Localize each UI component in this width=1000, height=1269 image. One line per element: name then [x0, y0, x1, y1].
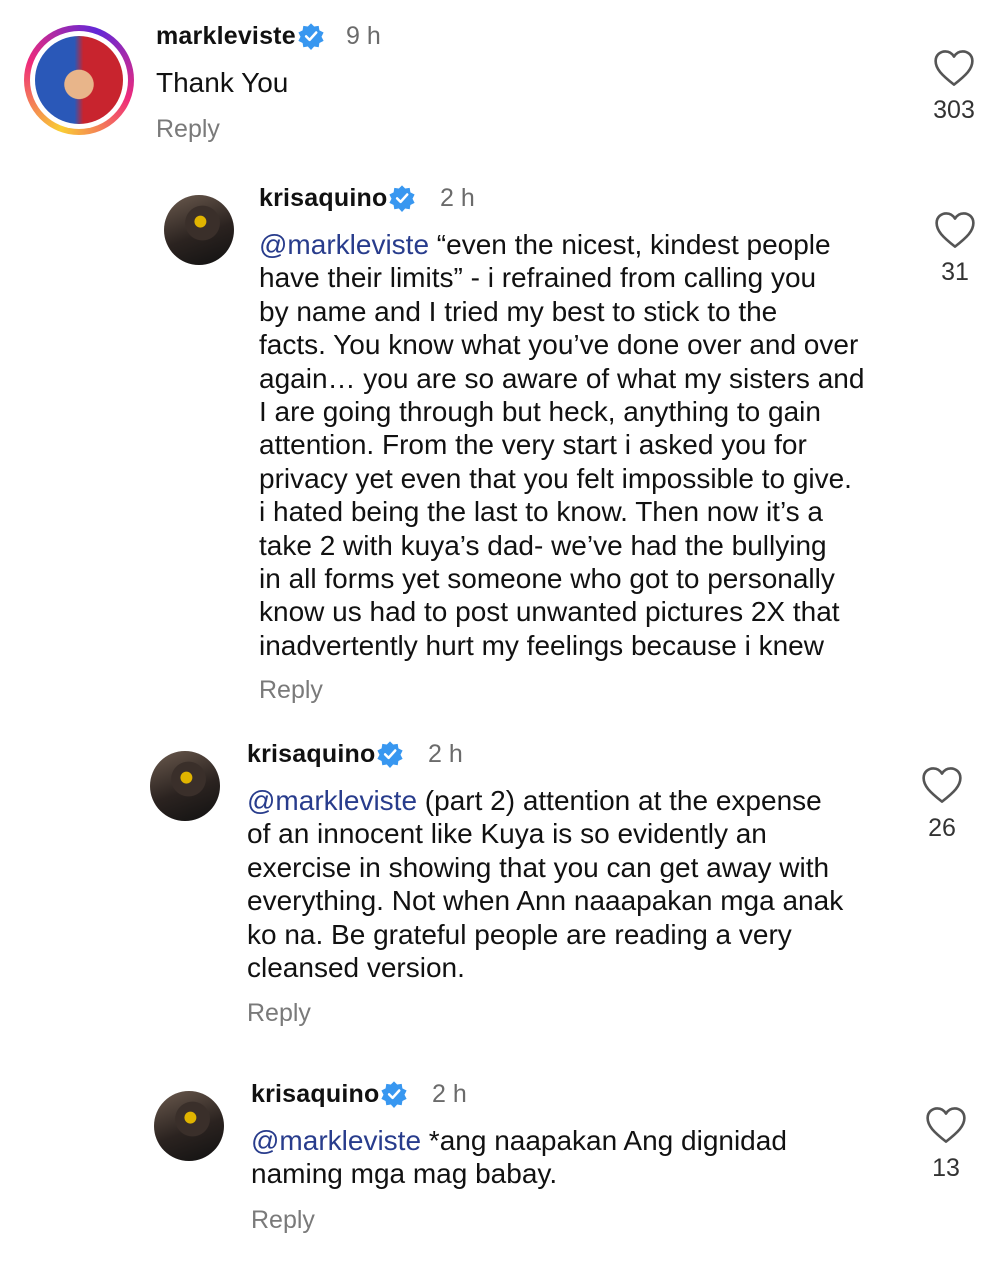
- avatar[interactable]: [154, 1091, 224, 1161]
- comment-username[interactable]: krisaquino: [251, 1080, 379, 1109]
- comment-line: everything. Not when Ann naaapakan mga a…: [247, 885, 844, 917]
- comment-username[interactable]: krisaquino: [259, 184, 387, 213]
- reply-button[interactable]: Reply: [259, 676, 323, 705]
- avatar[interactable]: [24, 25, 134, 135]
- comment-line: attention. From the very start i asked y…: [259, 429, 807, 461]
- reply-button[interactable]: Reply: [247, 999, 311, 1028]
- comment-username[interactable]: krisaquino: [247, 740, 375, 769]
- comment-item: krisaquino 2 h @markleviste *ang naapaka…: [0, 1070, 1000, 1260]
- comment-line: again… you are so aware of what my siste…: [259, 362, 865, 394]
- comment-timestamp: 2 h: [440, 184, 475, 212]
- comment-timestamp: 2 h: [428, 740, 463, 768]
- heart-outline-icon[interactable]: [933, 48, 975, 88]
- comment-timestamp: 9 h: [346, 22, 381, 50]
- comment-line: know us had to post unwanted pictures 2X…: [259, 596, 840, 628]
- comment-line: privacy yet even that you felt impossibl…: [259, 462, 852, 494]
- reply-button[interactable]: Reply: [251, 1206, 315, 1235]
- verified-badge-icon: [381, 1081, 407, 1108]
- comment-line: inadvertently hurt my feelings because i…: [259, 629, 824, 661]
- comment-line: cleansed version.: [247, 952, 465, 984]
- mention-link[interactable]: @markleviste: [247, 785, 417, 816]
- verified-badge-icon: [377, 741, 403, 768]
- comment-text: Thank You: [156, 67, 289, 98]
- comment-line: facts. You know what you’ve done over an…: [259, 329, 859, 361]
- verified-badge-icon: [389, 185, 415, 212]
- comment-line: exercise in showing that you can get awa…: [247, 851, 830, 883]
- comment-line: have their limits” - i refrained from ca…: [259, 262, 817, 294]
- comment-line: @markleviste (part 2) attention at the e…: [247, 785, 822, 816]
- comment-item: krisaquino 2 h @markleviste (part 2) att…: [0, 730, 1000, 1050]
- comment-line: ko na. Be grateful people are reading a …: [247, 918, 792, 950]
- comment-username[interactable]: markleviste: [156, 22, 296, 51]
- comment-line: of an innocent like Kuya is so evidently…: [247, 818, 767, 850]
- heart-outline-icon[interactable]: [925, 1105, 967, 1145]
- comment-line: @markleviste “even the nicest, kindest p…: [259, 229, 831, 260]
- comment-line: take 2 with kuya’s dad- we’ve had the bu…: [259, 529, 827, 561]
- comment-text: @markleviste (part 2) attention at the e…: [247, 784, 887, 984]
- comment-line: in all forms yet someone who got to pers…: [259, 563, 835, 595]
- comment-line: by name and I tried my best to stick to …: [259, 295, 778, 327]
- comment-timestamp: 2 h: [432, 1080, 467, 1108]
- heart-outline-icon[interactable]: [934, 210, 976, 250]
- like-count: 31: [941, 258, 969, 286]
- avatar[interactable]: [164, 195, 234, 265]
- comment-line: i hated being the last to know. Then now…: [259, 496, 824, 528]
- mention-link[interactable]: @markleviste: [251, 1125, 421, 1156]
- heart-outline-icon[interactable]: [921, 765, 963, 805]
- avatar[interactable]: [150, 751, 220, 821]
- like-count: 26: [928, 814, 956, 842]
- comment-text: @markleviste *ang naapakan Ang dignidad …: [251, 1124, 891, 1191]
- comment-text: @markleviste “even the nicest, kindest p…: [259, 228, 899, 662]
- like-count: 303: [933, 96, 975, 124]
- reply-button[interactable]: Reply: [156, 115, 220, 144]
- comment-item: markleviste 9 h Thank You Reply 303: [0, 0, 1000, 160]
- comment-line: @markleviste *ang naapakan Ang dignidad: [251, 1125, 787, 1156]
- mention-link[interactable]: @markleviste: [259, 229, 429, 260]
- comment-item: krisaquino 2 h @markleviste “even the ni…: [0, 170, 1000, 730]
- like-count: 13: [932, 1154, 960, 1182]
- verified-badge-icon: [298, 23, 324, 50]
- comment-line: I are going through but heck, anything t…: [259, 396, 821, 428]
- comment-line: naming mga mag babay.: [251, 1158, 558, 1190]
